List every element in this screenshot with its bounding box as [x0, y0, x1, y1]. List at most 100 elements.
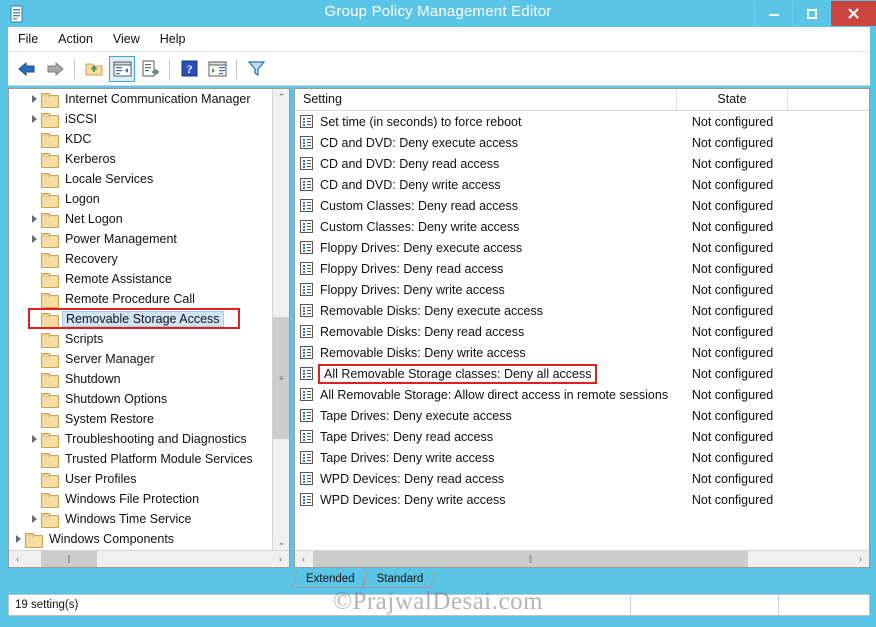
minimize-button[interactable]: [754, 1, 792, 26]
table-row[interactable]: Removable Disks: Deny write access Not co…: [295, 342, 869, 363]
list-hscroll-left-button[interactable]: ‹: [295, 551, 312, 567]
tree-scroll-thumb[interactable]: ≡: [273, 317, 289, 439]
table-row[interactable]: Tape Drives: Deny write access Not config…: [295, 447, 869, 468]
tree-item[interactable]: Windows File Protection: [9, 489, 273, 509]
expand-arrow-icon[interactable]: [11, 535, 25, 543]
tree-hscroll-left-button[interactable]: ‹: [9, 551, 26, 567]
expand-arrow-icon[interactable]: [27, 435, 41, 443]
state-cell: Not configured: [691, 450, 774, 465]
tree-item[interactable]: iSCSI: [9, 109, 273, 129]
help-icon[interactable]: ?: [176, 56, 202, 82]
tree-scroll-viewport[interactable]: Internet Communication Manager iSCSI KDC Ke…: [9, 89, 273, 551]
table-row[interactable]: Removable Disks: Deny execute access Not …: [295, 300, 869, 321]
column-header-state[interactable]: State: [677, 89, 788, 110]
tree-item[interactable]: Scripts: [9, 329, 273, 349]
column-header-setting[interactable]: Setting: [295, 89, 677, 110]
setting-cell: Floppy Drives: Deny execute access: [295, 241, 677, 255]
properties-icon[interactable]: [204, 56, 230, 82]
tree-item[interactable]: Locale Services: [9, 169, 273, 189]
expand-arrow-icon[interactable]: [27, 215, 41, 223]
tree-item[interactable]: Trusted Platform Module Services: [9, 449, 273, 469]
tree-item[interactable]: KDC: [9, 129, 273, 149]
tree-item[interactable]: Kerberos: [9, 149, 273, 169]
tree-horizontal-scrollbar[interactable]: ‹ ⫿ ›: [9, 550, 289, 567]
tree-scroll-up-button[interactable]: ⌃: [273, 89, 289, 106]
list-hscroll-thumb[interactable]: ⫿: [313, 551, 748, 567]
table-row[interactable]: CD and DVD: Deny execute access Not confi…: [295, 132, 869, 153]
tree-item[interactable]: Shutdown Options: [9, 389, 273, 409]
tree-scroll-down-button[interactable]: ⌄: [273, 534, 289, 551]
table-row[interactable]: All Removable Storage: Allow direct acce…: [295, 384, 869, 405]
tree-hscroll-right-button[interactable]: ›: [272, 551, 289, 567]
show-hide-tree-icon[interactable]: [109, 55, 135, 82]
tree-item[interactable]: Remote Procedure Call: [9, 289, 273, 309]
setting-label: Custom Classes: Deny write access: [320, 219, 520, 234]
setting-label: CD and DVD: Deny execute access: [320, 135, 519, 150]
expand-arrow-icon[interactable]: [27, 515, 41, 523]
policy-setting-icon: [300, 430, 313, 443]
table-row[interactable]: WPD Devices: Deny write access Not config…: [295, 489, 869, 510]
table-row[interactable]: CD and DVD: Deny write access Not configu…: [295, 174, 869, 195]
tree-hscroll-thumb[interactable]: ⫿: [41, 551, 97, 567]
tree-item[interactable]: Windows Components: [9, 529, 273, 549]
list-horizontal-scrollbar[interactable]: ‹ ⫿ ›: [295, 550, 869, 567]
tab-standard[interactable]: Standard: [364, 571, 434, 588]
maximize-button[interactable]: [792, 1, 830, 26]
setting-label: Tape Drives: Deny execute access: [320, 408, 512, 423]
state-cell: Not configured: [691, 429, 774, 444]
tree-item[interactable]: Server Manager: [9, 349, 273, 369]
state-cell: Not configured: [691, 177, 774, 192]
export-list-icon[interactable]: [137, 56, 163, 82]
menu-help[interactable]: Help: [150, 29, 196, 49]
close-button[interactable]: [830, 1, 876, 26]
table-row[interactable]: Floppy Drives: Deny execute access Not co…: [295, 237, 869, 258]
filter-icon[interactable]: [243, 56, 269, 82]
menu-file[interactable]: File: [8, 29, 48, 49]
window-controls: [754, 1, 876, 26]
tree-item[interactable]: Windows Time Service: [9, 509, 273, 529]
table-row[interactable]: All Removable Storage classes: Deny all …: [295, 363, 869, 384]
table-row[interactable]: CD and DVD: Deny read access Not configur…: [295, 153, 869, 174]
setting-cell: Floppy Drives: Deny read access: [295, 262, 677, 276]
tree-item[interactable]: Recovery: [9, 249, 273, 269]
setting-label: Removable Disks: Deny execute access: [320, 303, 544, 318]
folder-icon: [41, 452, 59, 468]
tree-item[interactable]: Internet Communication Manager: [9, 89, 273, 109]
back-icon[interactable]: [14, 56, 40, 82]
forward-icon[interactable]: [42, 56, 68, 82]
table-row[interactable]: Set time (in seconds) to force reboot Not…: [295, 111, 869, 132]
tree-item-label: Windows Time Service: [65, 512, 192, 526]
tree-item[interactable]: Shutdown: [9, 369, 273, 389]
tab-extended[interactable]: Extended: [294, 571, 365, 588]
menu-view[interactable]: View: [103, 29, 150, 49]
tree-item[interactable]: Removable Storage Access: [9, 309, 273, 329]
setting-label: All Removable Storage classes: Deny all …: [318, 363, 598, 384]
table-row[interactable]: WPD Devices: Deny read access Not configu…: [295, 468, 869, 489]
expand-arrow-icon[interactable]: [27, 115, 41, 123]
status-setting-count: 19 setting(s): [9, 595, 631, 615]
expand-arrow-icon[interactable]: [27, 95, 41, 103]
up-folder-icon[interactable]: [81, 56, 107, 82]
tree-item[interactable]: Remote Assistance: [9, 269, 273, 289]
tree-item[interactable]: Net Logon: [9, 209, 273, 229]
settings-list-body[interactable]: Set time (in seconds) to force reboot Not…: [295, 111, 869, 534]
tree-item[interactable]: Power Management: [9, 229, 273, 249]
list-hscroll-right-button[interactable]: ›: [852, 551, 869, 567]
tree-vertical-scrollbar[interactable]: ⌃ ≡ ⌄: [272, 89, 289, 551]
setting-label: Floppy Drives: Deny execute access: [320, 240, 523, 255]
table-row[interactable]: Custom Classes: Deny read access Not conf…: [295, 195, 869, 216]
tree-item[interactable]: System Restore: [9, 409, 273, 429]
menu-action[interactable]: Action: [48, 29, 103, 49]
expand-arrow-icon[interactable]: [27, 235, 41, 243]
policy-setting-icon: [300, 241, 313, 254]
tree-item[interactable]: Troubleshooting and Diagnostics: [9, 429, 273, 449]
table-row[interactable]: Custom Classes: Deny write access Not con…: [295, 216, 869, 237]
table-row[interactable]: Tape Drives: Deny read access Not configu…: [295, 426, 869, 447]
table-row[interactable]: Removable Disks: Deny read access Not con…: [295, 321, 869, 342]
setting-cell: Tape Drives: Deny write access: [295, 451, 677, 465]
tree-item[interactable]: User Profiles: [9, 469, 273, 489]
tree-item[interactable]: Logon: [9, 189, 273, 209]
table-row[interactable]: Floppy Drives: Deny read access Not confi…: [295, 258, 869, 279]
table-row[interactable]: Floppy Drives: Deny write access Not conf…: [295, 279, 869, 300]
table-row[interactable]: Tape Drives: Deny execute access Not conf…: [295, 405, 869, 426]
